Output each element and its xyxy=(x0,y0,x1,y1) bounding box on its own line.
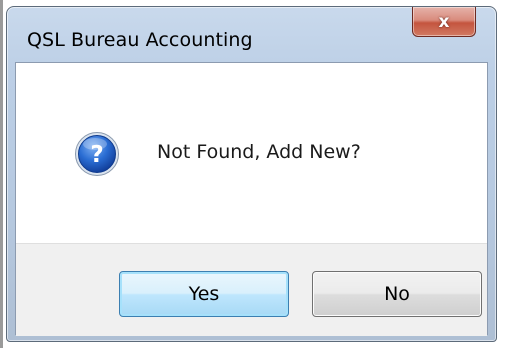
close-button[interactable]: x xyxy=(412,7,476,37)
message-text: Not Found, Add New? xyxy=(157,141,361,163)
no-button[interactable]: No xyxy=(312,271,482,317)
svg-text:?: ? xyxy=(90,142,103,168)
dialog-title: QSL Bureau Accounting xyxy=(27,29,253,51)
close-icon: x xyxy=(438,11,450,32)
background-divider xyxy=(0,0,3,348)
no-button-label: No xyxy=(384,283,410,305)
question-icon: ? xyxy=(75,132,119,176)
title-bar[interactable]: QSL Bureau Accounting x xyxy=(7,7,496,63)
yes-button[interactable]: Yes xyxy=(119,271,289,317)
dialog-body: ? Not Found, Add New? Yes No xyxy=(15,62,488,336)
yes-button-label: Yes xyxy=(188,283,220,305)
message-dialog: QSL Bureau Accounting x ? Not Found, Add… xyxy=(6,6,497,342)
message-area: ? Not Found, Add New? xyxy=(16,63,487,243)
button-bar: Yes No xyxy=(16,243,487,336)
